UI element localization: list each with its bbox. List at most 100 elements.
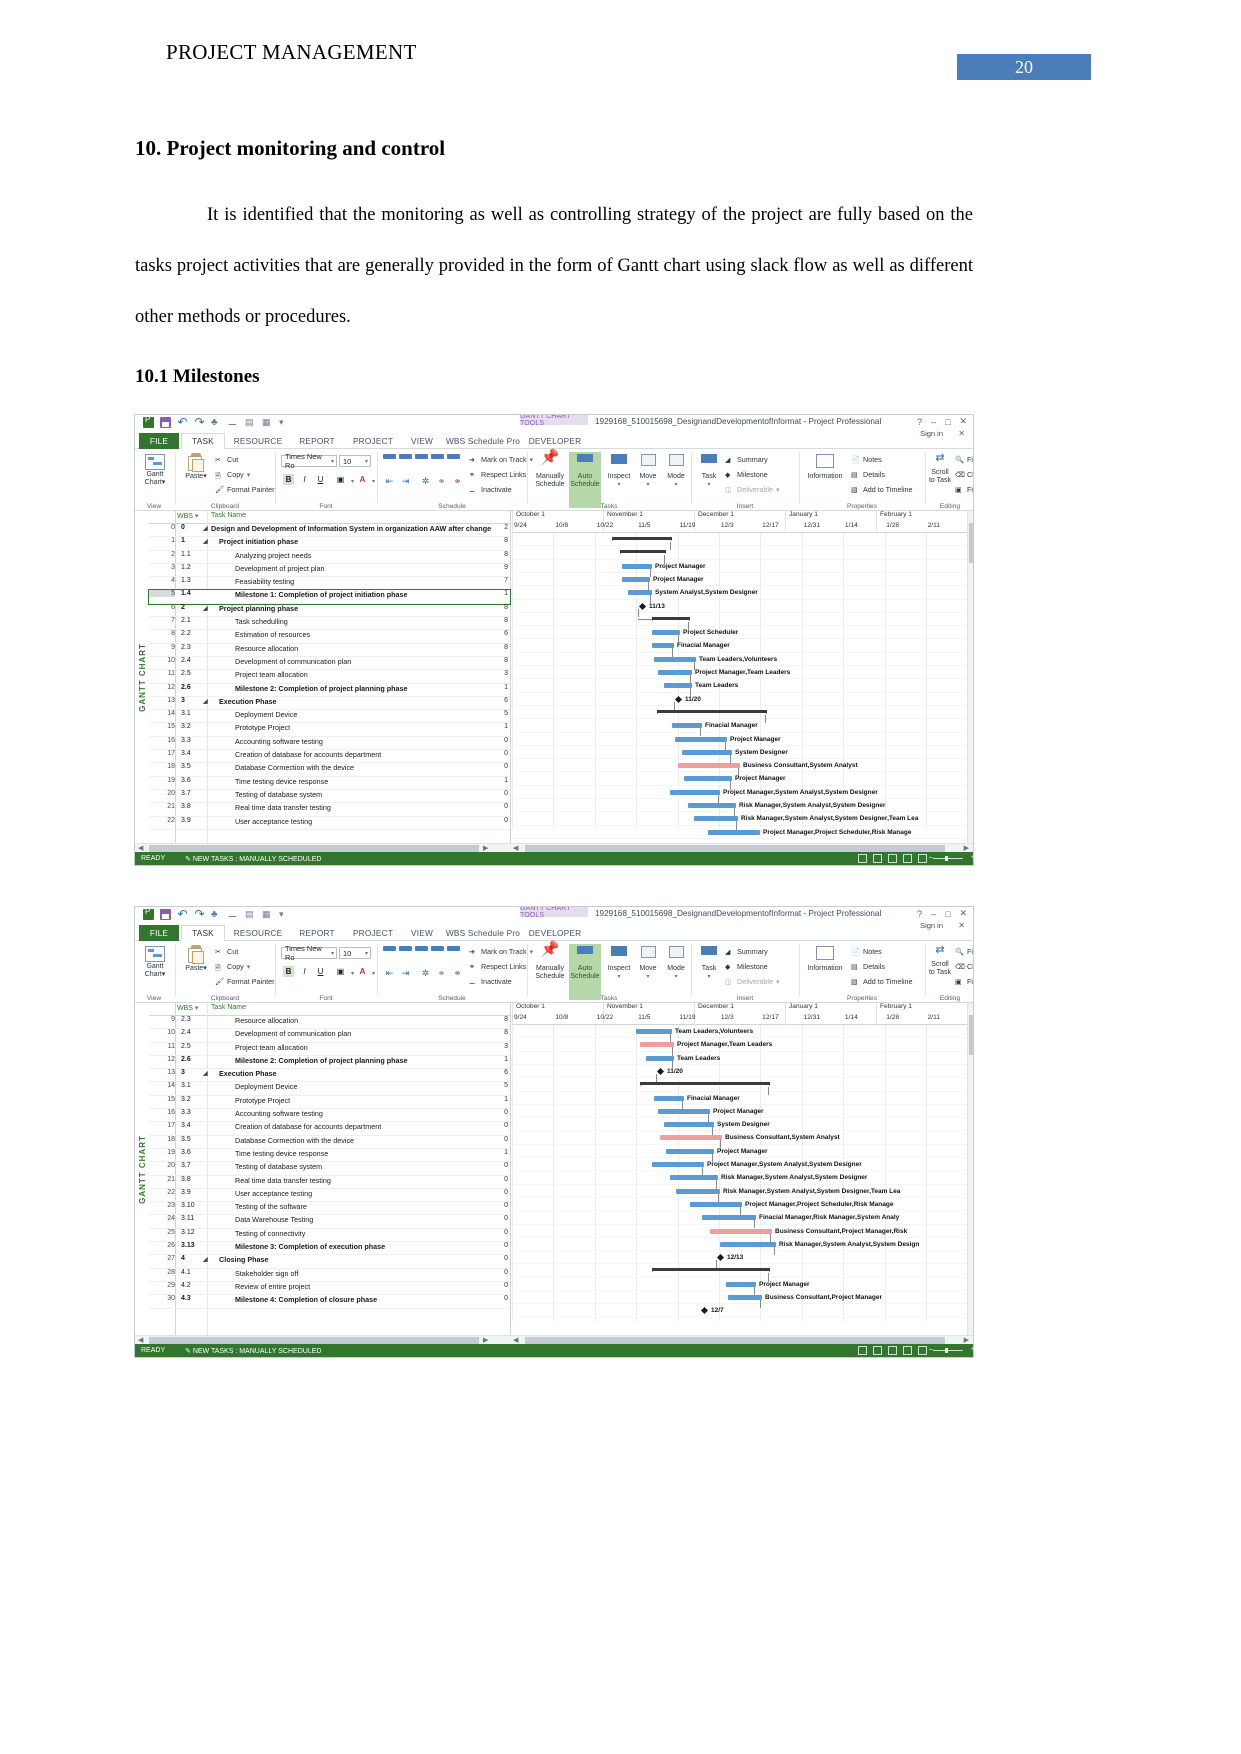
table-row[interactable]: 11 2.5 Project team allocation 3 [149,670,510,684]
unlink-tasks-icon[interactable]: ⚊ [228,909,239,920]
task-sheet-1[interactable]: WBS ▾ Task Name 0 0 ◢ Design and Developmen… [148,511,511,843]
horizontal-scrollbar-1[interactable]: ◀ ▶ ◀ ▶ [135,843,973,852]
view-resource-sheet-icon[interactable] [903,1346,912,1355]
minimize-icon[interactable]: – [931,909,936,919]
link-tasks-icon[interactable]: ⚭ [435,476,448,487]
cell-wbs[interactable]: 4 [181,1255,185,1262]
format-painter-button[interactable]: 🖌 Format Painter [215,485,275,494]
deliverable-button[interactable]: ◫ Deliverable ▾ [725,977,780,986]
view-resource-sheet-icon[interactable] [903,854,912,863]
cell-task-name[interactable]: Testing of connectivity [211,1229,305,1238]
cell-task-name[interactable]: Time testing device response [211,777,328,786]
undo-icon[interactable]: ↶ [177,908,188,920]
table-row[interactable]: 23 3.10 Testing of the software 0 [149,1202,510,1216]
ribbon-tab-strip[interactable]: FILE TASK RESOURCE REPORT PROJECT VIEW W… [135,433,973,449]
fill-button[interactable]: ▣ Fill▾ [955,977,973,986]
cell-task-name[interactable]: ◢ Execution Phase [203,697,277,706]
cell-wbs[interactable]: 3.3 [181,1109,191,1116]
task-bar[interactable] [646,1055,674,1061]
link-tasks-icon[interactable]: ⚭ [435,968,448,979]
cell-task-name[interactable]: Resource allocation [211,644,298,653]
tab-developer[interactable]: DEVELOPER [525,925,585,941]
clear-button[interactable]: ⌫ Clear▾ [955,962,973,971]
cell-task-name[interactable]: Database Cormection with the device [211,1136,354,1145]
inactivate-button[interactable]: ⚊ Inactivate [469,485,512,494]
column-header-task-name[interactable]: Task Name [211,512,246,519]
cell-duration[interactable]: 0 [504,1109,508,1116]
task-bar[interactable] [654,1095,684,1101]
tab-task[interactable]: TASK [181,433,225,449]
task-rows-1[interactable]: 0 0 ◢ Design and Development of Information… [148,524,511,830]
cell-duration[interactable]: 1 [504,777,508,784]
cell-duration[interactable]: 0 [504,790,508,797]
percent-75-button[interactable]: 75% [431,946,444,959]
task-bar[interactable] [670,1175,718,1181]
cell-task-name[interactable]: Resource allocation [211,1016,298,1025]
paste-button[interactable]: Paste▾ [183,453,209,481]
view-team-planner-icon[interactable] [888,1346,897,1355]
task-bar[interactable] [728,1295,762,1300]
tab-wbs-schedule-pro[interactable]: WBS Schedule Pro [443,925,523,941]
cell-wbs[interactable]: 3.7 [181,1162,191,1169]
cell-task-name[interactable]: Prototype Project [211,723,290,732]
tab-project[interactable]: PROJECT [345,925,401,941]
table-row[interactable]: 14 3.1 Deployment Device 5 [149,710,510,724]
cell-task-name[interactable]: Accounting software testing [211,1109,323,1118]
cell-duration[interactable]: 0 [504,1229,508,1236]
cell-task-name[interactable]: Deployment Device [211,710,297,719]
task-bar[interactable] [682,749,732,755]
cell-task-name[interactable]: Review of entire project [211,1282,310,1291]
save-icon[interactable] [160,417,171,428]
cell-wbs[interactable]: 3.13 [181,1242,195,1249]
information-button[interactable]: Information [803,454,847,481]
cell-wbs[interactable]: 3 [181,1069,185,1076]
table-icon[interactable]: ▦ [262,909,273,920]
gantt-chart-area-2[interactable]: October 1 November 1 December 1 January 1 Fe… [512,1003,973,1335]
copy-button[interactable]: 🗎 Copy ▾ [215,962,250,972]
cell-duration[interactable]: 0 [504,1282,508,1289]
cell-wbs[interactable]: 3.2 [181,723,191,730]
table-row[interactable]: 3 1.2 Development of project plan 9 [149,564,510,578]
respect-links-button[interactable]: ⚭ Respect Links [469,962,526,971]
cell-duration[interactable]: 1 [504,684,508,691]
ribbon-tab-strip-2[interactable]: FILE TASK RESOURCE REPORT PROJECT VIEW W… [135,925,973,941]
redo-icon[interactable]: ↷ [194,416,205,428]
cell-wbs[interactable]: 1.3 [181,577,191,584]
cell-wbs[interactable]: 1 [181,537,185,544]
table-row[interactable]: 15 3.2 Prototype Project 1 [149,723,510,737]
percent-75-button[interactable]: 75% [431,454,444,467]
cell-duration[interactable]: 8 [504,537,508,544]
cell-duration[interactable]: 6 [504,1069,508,1076]
task-bar[interactable] [672,723,702,729]
cell-task-name[interactable]: Milestone 2: Completion of project plann… [211,684,408,693]
tab-task[interactable]: TASK [181,925,225,941]
cell-wbs[interactable]: 2.3 [181,644,191,651]
find-button[interactable]: 🔍 Find▾ [955,947,973,956]
cell-duration[interactable]: 0 [504,1202,508,1209]
undo-icon[interactable]: ↶ [177,416,188,428]
cell-task-name[interactable]: Creation of database for accounts depart… [211,1122,381,1131]
font-family-select[interactable]: Times New Ro ▾ [281,944,337,962]
zoom-in-icon[interactable]: + [971,854,973,861]
expand-collapse-icon[interactable]: ◢ [203,1256,208,1263]
task-bar[interactable] [670,789,720,795]
task-bar[interactable] [658,670,692,675]
view-task-usage-icon[interactable] [873,854,882,863]
table-row[interactable]: 15 3.2 Prototype Project 1 [149,1096,510,1110]
scroll-left-icon[interactable]: ◀ [138,1336,143,1344]
column-header-wbs[interactable]: WBS ▾ [177,1004,198,1012]
task-bar[interactable] [702,1215,756,1221]
zoom-in-icon[interactable]: + [971,1346,973,1353]
cell-duration[interactable]: 0 [504,1255,508,1262]
task-bar[interactable] [652,1162,704,1167]
table-row[interactable]: 2 1.1 Analyzing project needs 8 [149,551,510,564]
cell-wbs[interactable]: 1.1 [181,551,191,558]
zoom-slider-2[interactable]: – + [929,1346,973,1353]
cell-wbs[interactable]: 2.5 [181,670,191,677]
expand-collapse-icon[interactable]: ◢ [203,698,208,705]
table-row[interactable]: 16 3.3 Accounting software testing 0 [149,737,510,751]
tab-project[interactable]: PROJECT [345,433,401,449]
tab-file[interactable]: FILE [139,925,179,941]
gantt-plot-1[interactable]: Project Manager Project Manager System Ana… [512,533,973,839]
auto-schedule-button[interactable]: Auto Schedule [569,454,601,489]
